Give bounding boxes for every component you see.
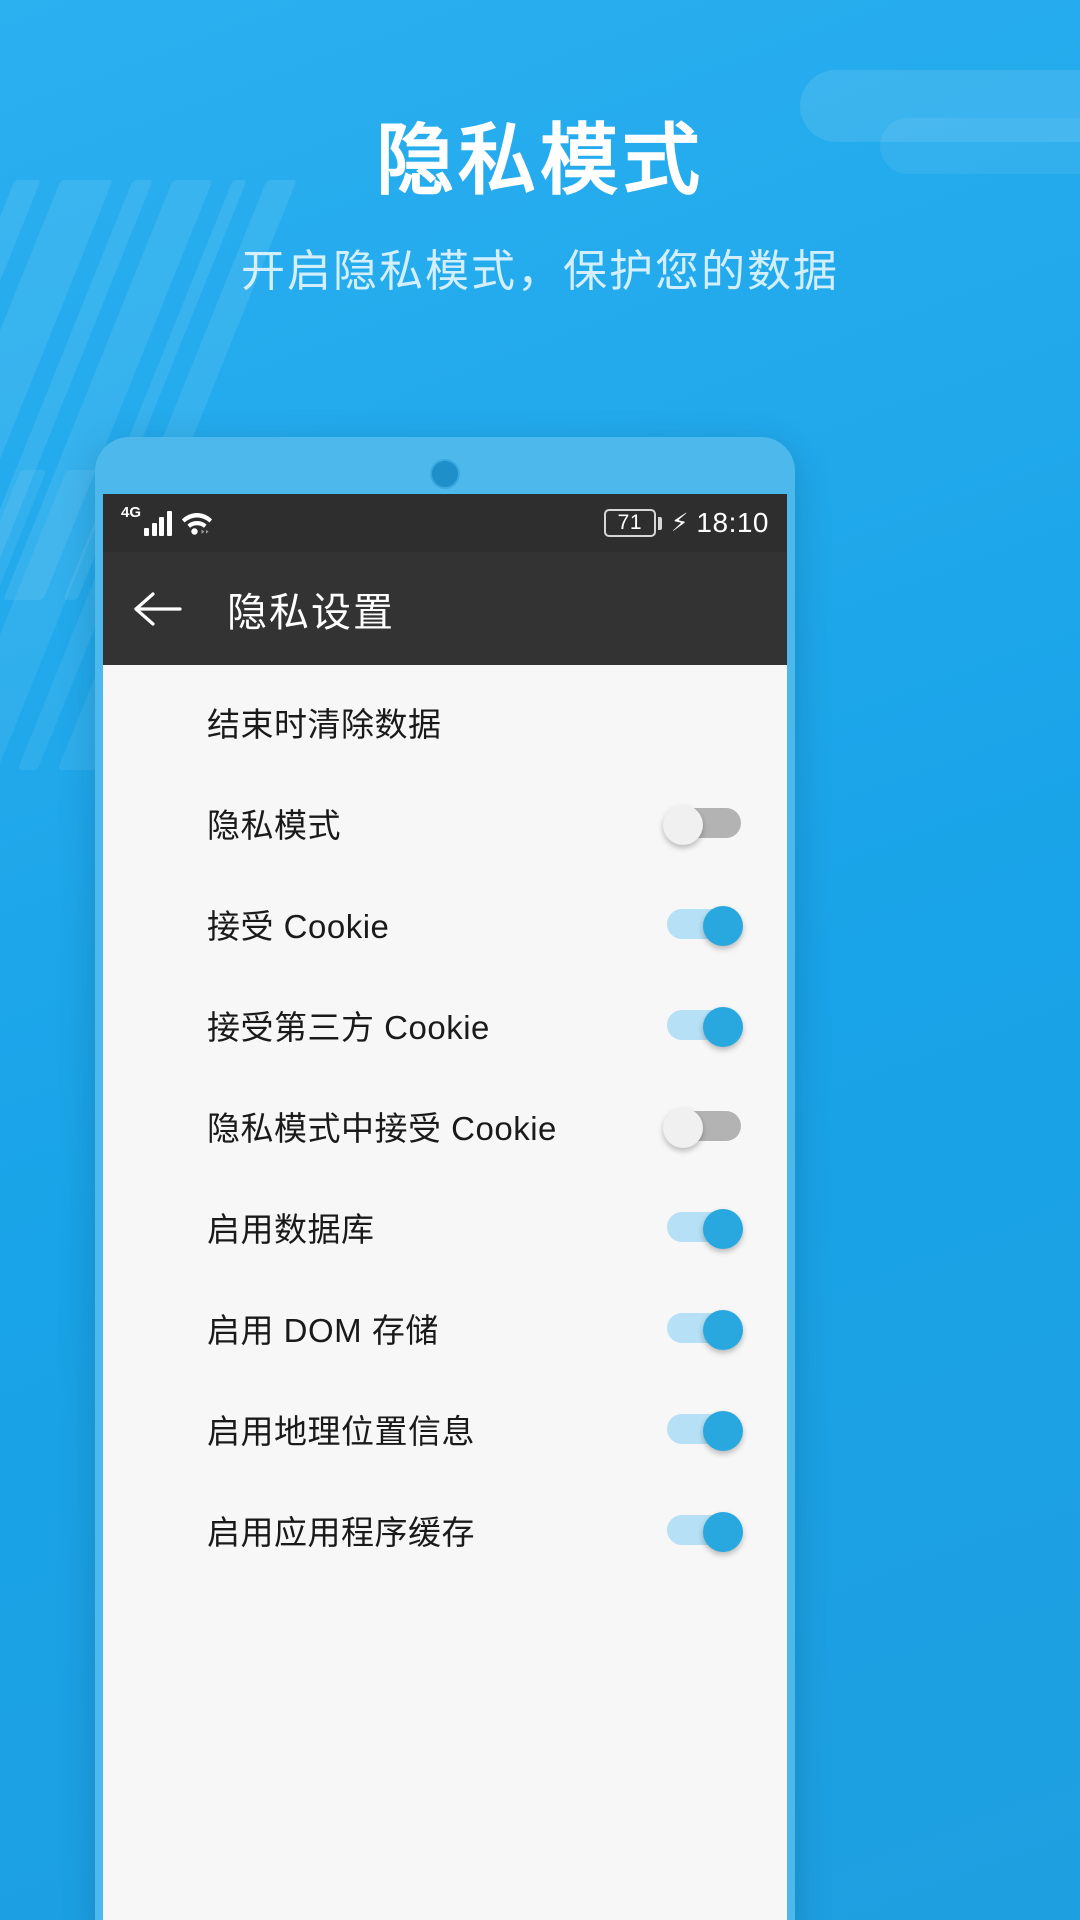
status-bar-left: 4G [121,505,213,536]
network-type-label: 4G [121,504,142,521]
front-camera-icon [430,459,460,489]
setting-row[interactable]: 接受 Cookie [103,873,787,974]
status-bar-right: 71 ⚡ 18:10 [603,507,769,539]
setting-row[interactable]: 隐私模式 [103,772,787,873]
setting-toggle-on[interactable] [667,1208,743,1249]
promo-subtitle: 开启隐私模式，保护您的数据 [241,246,839,296]
setting-row-label: 接受第三方 Cookie [207,1008,490,1046]
setting-row-label: 启用应用程序缓存 [207,1513,475,1551]
setting-row-label: 启用 DOM 存储 [207,1311,439,1349]
battery-level-label: 71 [603,509,656,537]
phone-mockup: 4G 71 ⚡ 18:10 隐私设置 结束时清除数据 隐私模式 接受 Cooki… [95,437,795,1920]
setting-row[interactable]: 启用地理位置信息 [103,1378,787,1479]
app-bar-title: 隐私设置 [227,590,395,635]
setting-row[interactable]: 启用数据库 [103,1176,787,1277]
app-bar: 隐私设置 [103,552,787,665]
wifi-icon [181,510,213,536]
setting-row-label: 隐私模式中接受 Cookie [207,1109,557,1147]
signal-bars-icon [144,510,172,536]
phone-screen: 4G 71 ⚡ 18:10 隐私设置 结束时清除数据 隐私模式 接受 Cooki… [103,494,787,1920]
setting-row[interactable]: 接受第三方 Cookie [103,974,787,1075]
setting-row-label: 结束时清除数据 [207,705,442,743]
setting-toggle-on[interactable] [667,1006,743,1047]
phone-bezel-top [95,437,795,494]
setting-row[interactable]: 启用 DOM 存储 [103,1277,787,1378]
status-bar: 4G 71 ⚡ 18:10 [103,494,787,552]
setting-row-label: 启用数据库 [207,1210,375,1248]
promo-title: 隐私模式 [375,116,704,204]
setting-toggle-off[interactable] [663,804,741,845]
promo-headline-block: 隐私模式 开启隐私模式，保护您的数据 [0,116,1080,299]
setting-toggle-on[interactable] [667,1511,743,1552]
setting-toggle-off[interactable] [663,1107,741,1148]
back-arrow-icon[interactable] [131,582,185,636]
setting-row[interactable]: 隐私模式中接受 Cookie [103,1075,787,1176]
status-bar-clock: 18:10 [696,507,769,538]
setting-row-label: 隐私模式 [207,806,341,844]
charging-bolt-icon: ⚡ [670,508,689,537]
battery-icon: 71 [603,509,662,537]
setting-row[interactable]: 结束时清除数据 [103,671,787,772]
setting-row-label: 接受 Cookie [207,907,390,945]
setting-toggle-on[interactable] [667,905,743,946]
settings-list: 结束时清除数据 隐私模式接受 Cookie 接受第三方 Cookie 隐私模式中接受 … [103,665,787,1580]
setting-row-label: 启用地理位置信息 [207,1412,475,1450]
setting-toggle-on[interactable] [667,1309,743,1350]
promo-screenshot: 隐私模式 开启隐私模式，保护您的数据 4G 71 ⚡ 18:10 隐私设置 结束… [0,0,1080,1920]
setting-toggle-on[interactable] [667,1410,743,1451]
setting-row[interactable]: 启用应用程序缓存 [103,1479,787,1580]
